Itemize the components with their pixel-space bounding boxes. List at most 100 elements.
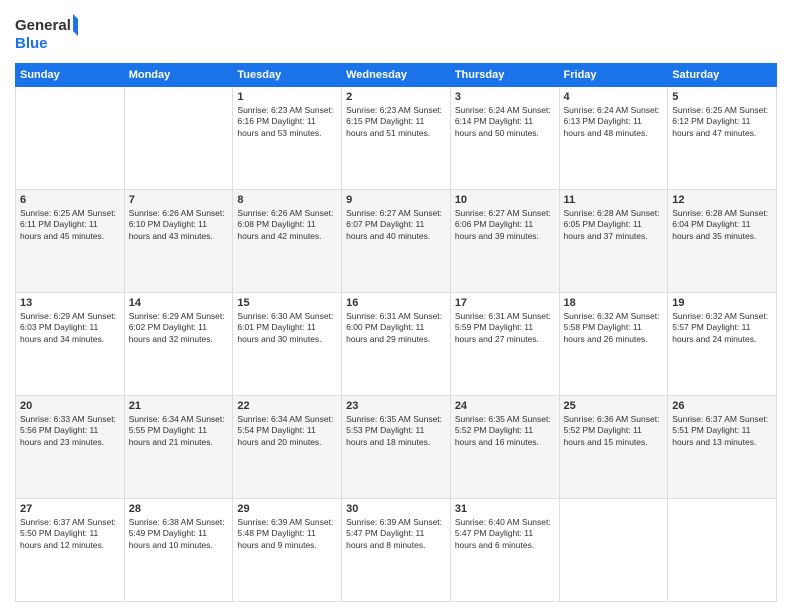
calendar-cell: 1Sunrise: 6:23 AM Sunset: 6:16 PM Daylig… — [233, 87, 342, 190]
day-info: Sunrise: 6:30 AM Sunset: 6:01 PM Dayligh… — [237, 311, 337, 345]
day-info: Sunrise: 6:24 AM Sunset: 6:13 PM Dayligh… — [564, 105, 664, 139]
calendar-cell: 14 Sunrise: 6:29 AM Sunset: 6:02 PM Dayli… — [124, 293, 233, 396]
col-header-tuesday: Tuesday — [233, 64, 342, 87]
calendar-cell — [559, 499, 668, 602]
day-info: Sunrise: 6:34 AM Sunset: 5:54 PM Dayligh… — [237, 414, 337, 448]
day-number: 10 — [455, 194, 555, 206]
day-info: Sunrise: 6:32 AM Sunset: 5:57 PM Dayligh… — [672, 311, 772, 345]
calendar-cell: 3 Sunrise: 6:24 AM Sunset: 6:14 PM Daylig… — [450, 87, 559, 190]
day-number: 12 — [672, 194, 772, 206]
calendar-cell — [16, 87, 125, 190]
day-info: Sunrise: 6:25 AM Sunset: 6:12 PM Dayligh… — [672, 105, 772, 139]
day-number: 19 — [672, 297, 772, 309]
col-header-saturday: Saturday — [668, 64, 777, 87]
day-info: Sunrise: 6:29 AM Sunset: 6:02 PM Dayligh… — [129, 311, 229, 345]
col-header-friday: Friday — [559, 64, 668, 87]
day-info: Sunrise: 6:40 AM Sunset: 5:47 PM Dayligh… — [455, 517, 555, 551]
calendar-cell: 23 Sunrise: 6:35 AM Sunset: 5:53 PM Dayli… — [342, 396, 451, 499]
calendar-cell: 19 Sunrise: 6:32 AM Sunset: 5:57 PM Dayli… — [668, 293, 777, 396]
day-info: Sunrise: 6:39 AM Sunset: 5:47 PM Dayligh… — [346, 517, 446, 551]
calendar-cell — [668, 499, 777, 602]
calendar-cell: 30 Sunrise: 6:39 AM Sunset: 5:47 PM Dayli… — [342, 499, 451, 602]
logo: General Blue — [15, 10, 85, 55]
calendar-cell: 16Sunrise: 6:31 AM Sunset: 6:00 PM Dayli… — [342, 293, 451, 396]
day-info: Sunrise: 6:26 AM Sunset: 6:08 PM Dayligh… — [237, 208, 337, 242]
calendar-cell: 5Sunrise: 6:25 AM Sunset: 6:12 PM Daylig… — [668, 87, 777, 190]
calendar-cell: 18 Sunrise: 6:32 AM Sunset: 5:58 PM Dayli… — [559, 293, 668, 396]
day-number: 25 — [564, 400, 664, 412]
day-info: Sunrise: 6:27 AM Sunset: 6:06 PM Dayligh… — [455, 208, 555, 242]
day-number: 30 — [346, 503, 446, 515]
day-info: Sunrise: 6:29 AM Sunset: 6:03 PM Dayligh… — [20, 311, 120, 345]
day-info: Sunrise: 6:31 AM Sunset: 6:00 PM Dayligh… — [346, 311, 446, 345]
svg-text:General: General — [15, 17, 71, 34]
calendar-cell: 31 Sunrise: 6:40 AM Sunset: 5:47 PM Dayli… — [450, 499, 559, 602]
day-number: 22 — [237, 400, 337, 412]
calendar-cell: 15 Sunrise: 6:30 AM Sunset: 6:01 PM Dayli… — [233, 293, 342, 396]
day-info: Sunrise: 6:36 AM Sunset: 5:52 PM Dayligh… — [564, 414, 664, 448]
day-number: 8 — [237, 194, 337, 206]
day-number: 9 — [346, 194, 446, 206]
calendar-cell: 26 Sunrise: 6:37 AM Sunset: 5:51 PM Dayli… — [668, 396, 777, 499]
day-info: Sunrise: 6:37 AM Sunset: 5:51 PM Dayligh… — [672, 414, 772, 448]
day-number: 26 — [672, 400, 772, 412]
day-number: 21 — [129, 400, 229, 412]
day-info: Sunrise: 6:23 AM Sunset: 6:15 PM Dayligh… — [346, 105, 446, 139]
day-number: 4 — [564, 91, 664, 103]
col-header-thursday: Thursday — [450, 64, 559, 87]
day-number: 23 — [346, 400, 446, 412]
day-info: Sunrise: 6:27 AM Sunset: 6:07 PM Dayligh… — [346, 208, 446, 242]
day-info: Sunrise: 6:26 AM Sunset: 6:10 PM Dayligh… — [129, 208, 229, 242]
day-number: 1 — [237, 91, 337, 103]
day-number: 24 — [455, 400, 555, 412]
day-number: 18 — [564, 297, 664, 309]
day-number: 27 — [20, 503, 120, 515]
day-info: Sunrise: 6:32 AM Sunset: 5:58 PM Dayligh… — [564, 311, 664, 345]
day-info: Sunrise: 6:28 AM Sunset: 6:04 PM Dayligh… — [672, 208, 772, 242]
calendar-cell: 2 Sunrise: 6:23 AM Sunset: 6:15 PM Daylig… — [342, 87, 451, 190]
col-header-sunday: Sunday — [16, 64, 125, 87]
calendar-cell: 13Sunrise: 6:29 AM Sunset: 6:03 PM Dayli… — [16, 293, 125, 396]
day-info: Sunrise: 6:37 AM Sunset: 5:50 PM Dayligh… — [20, 517, 120, 551]
day-info: Sunrise: 6:25 AM Sunset: 6:11 PM Dayligh… — [20, 208, 120, 242]
calendar-cell: 29 Sunrise: 6:39 AM Sunset: 5:48 PM Dayli… — [233, 499, 342, 602]
page-header: General Blue — [15, 10, 777, 55]
day-number: 29 — [237, 503, 337, 515]
day-number: 11 — [564, 194, 664, 206]
day-info: Sunrise: 6:39 AM Sunset: 5:48 PM Dayligh… — [237, 517, 337, 551]
calendar-cell: 24 Sunrise: 6:35 AM Sunset: 5:52 PM Dayli… — [450, 396, 559, 499]
calendar-cell: 27 Sunrise: 6:37 AM Sunset: 5:50 PM Dayli… — [16, 499, 125, 602]
day-number: 15 — [237, 297, 337, 309]
svg-text:Blue: Blue — [15, 35, 48, 52]
day-number: 17 — [455, 297, 555, 309]
day-number: 6 — [20, 194, 120, 206]
day-number: 14 — [129, 297, 229, 309]
day-number: 3 — [455, 91, 555, 103]
calendar-cell — [124, 87, 233, 190]
day-info: Sunrise: 6:31 AM Sunset: 5:59 PM Dayligh… — [455, 311, 555, 345]
day-info: Sunrise: 6:34 AM Sunset: 5:55 PM Dayligh… — [129, 414, 229, 448]
logo-svg: General Blue — [15, 10, 85, 55]
calendar-cell: 28Sunrise: 6:38 AM Sunset: 5:49 PM Dayli… — [124, 499, 233, 602]
calendar-cell: 8 Sunrise: 6:26 AM Sunset: 6:08 PM Daylig… — [233, 190, 342, 293]
calendar-cell: 21 Sunrise: 6:34 AM Sunset: 5:55 PM Dayli… — [124, 396, 233, 499]
day-number: 31 — [455, 503, 555, 515]
calendar-cell: 20Sunrise: 6:33 AM Sunset: 5:56 PM Dayli… — [16, 396, 125, 499]
calendar-cell: 4 Sunrise: 6:24 AM Sunset: 6:13 PM Daylig… — [559, 87, 668, 190]
calendar-table: SundayMondayTuesdayWednesdayThursdayFrid… — [15, 63, 777, 602]
day-info: Sunrise: 6:24 AM Sunset: 6:14 PM Dayligh… — [455, 105, 555, 139]
calendar-cell: 9 Sunrise: 6:27 AM Sunset: 6:07 PM Daylig… — [342, 190, 451, 293]
calendar-cell: 12 Sunrise: 6:28 AM Sunset: 6:04 PM Dayli… — [668, 190, 777, 293]
day-number: 2 — [346, 91, 446, 103]
day-info: Sunrise: 6:35 AM Sunset: 5:52 PM Dayligh… — [455, 414, 555, 448]
day-info: Sunrise: 6:28 AM Sunset: 6:05 PM Dayligh… — [564, 208, 664, 242]
calendar-cell: 17 Sunrise: 6:31 AM Sunset: 5:59 PM Dayli… — [450, 293, 559, 396]
calendar-cell: 7Sunrise: 6:26 AM Sunset: 6:10 PM Daylig… — [124, 190, 233, 293]
calendar-cell: 10 Sunrise: 6:27 AM Sunset: 6:06 PM Dayli… — [450, 190, 559, 293]
calendar-cell: 25 Sunrise: 6:36 AM Sunset: 5:52 PM Dayli… — [559, 396, 668, 499]
calendar-cell: 6 Sunrise: 6:25 AM Sunset: 6:11 PM Daylig… — [16, 190, 125, 293]
col-header-wednesday: Wednesday — [342, 64, 451, 87]
day-number: 28 — [129, 503, 229, 515]
day-info: Sunrise: 6:35 AM Sunset: 5:53 PM Dayligh… — [346, 414, 446, 448]
col-header-monday: Monday — [124, 64, 233, 87]
